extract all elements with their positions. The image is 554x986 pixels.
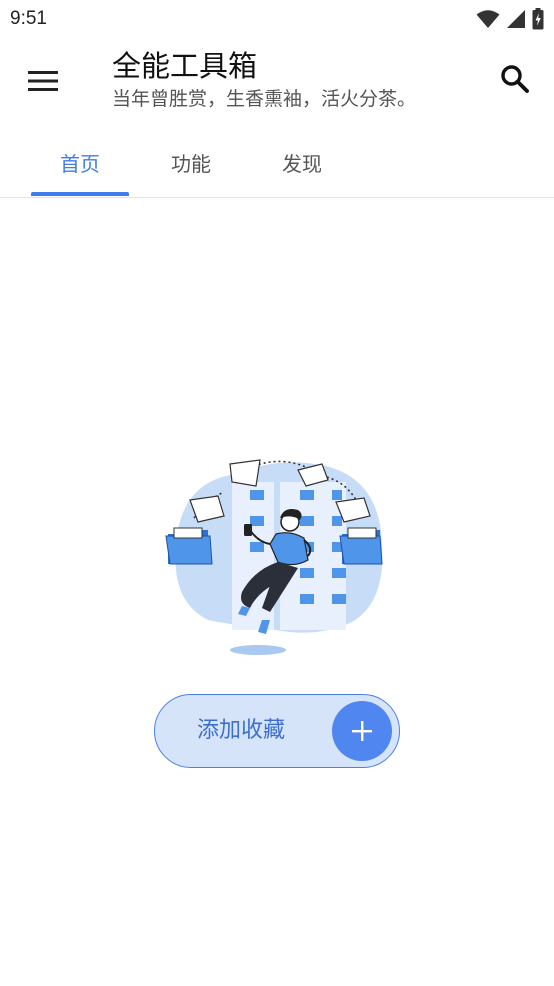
search-icon: [501, 65, 529, 93]
plus-icon: [332, 701, 392, 761]
menu-button[interactable]: [20, 58, 66, 104]
tab-indicator: [31, 192, 129, 196]
title-block: 全能工具箱 当年曾胜赏，生香熏袖，活火分茶。: [112, 48, 416, 112]
search-button[interactable]: [494, 58, 536, 100]
wifi-icon: [476, 10, 500, 28]
app-screen: 9:51 全能工具箱 当年曾胜赏，生香熏袖，活火分茶。 首页 功能 发现 添加收…: [0, 0, 554, 986]
tab-discover[interactable]: 发现: [253, 128, 351, 196]
add-favorite-label: 添加收藏: [197, 718, 286, 743]
empty-state-illustration: [165, 459, 383, 655]
app-title: 全能工具箱: [112, 49, 258, 83]
status-time: 9:51: [10, 8, 47, 29]
app-bar: 全能工具箱 当年曾胜赏，生香熏袖，活火分茶。: [0, 38, 554, 122]
tab-features[interactable]: 功能: [142, 128, 240, 196]
tab-home[interactable]: 首页: [31, 128, 129, 196]
add-favorite-button[interactable]: 添加收藏: [154, 694, 400, 768]
cellular-signal-icon: [507, 10, 525, 28]
battery-charging-icon: [532, 8, 544, 30]
tab-bar: 首页 功能 发现: [0, 128, 554, 198]
app-subtitle: 当年曾胜赏，生香熏袖，活火分茶。: [112, 88, 417, 110]
status-icons: [476, 8, 544, 30]
hamburger-menu-icon: [28, 71, 58, 91]
status-bar: 9:51: [0, 0, 554, 38]
